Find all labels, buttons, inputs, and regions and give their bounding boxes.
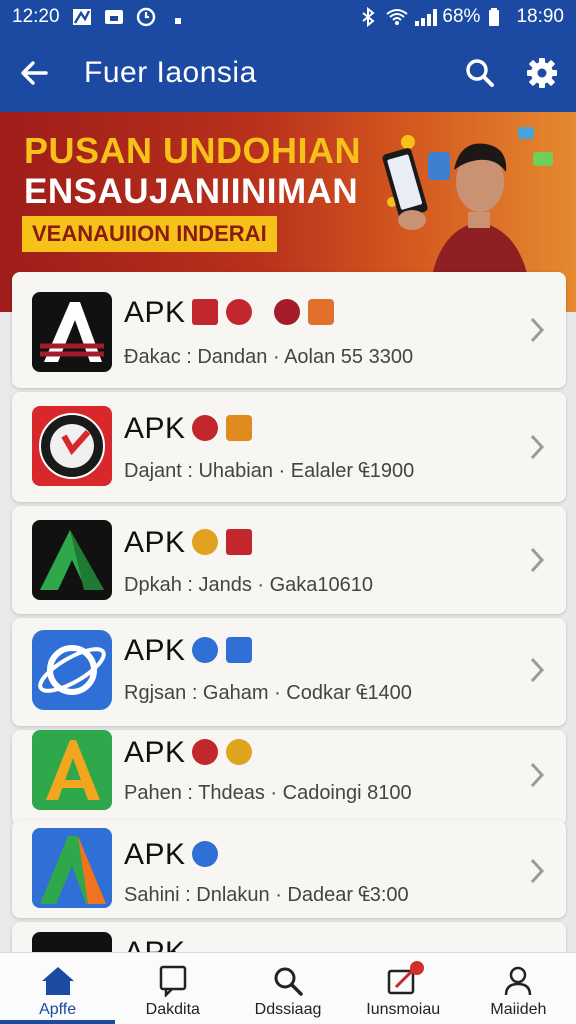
gallery-icon xyxy=(72,7,92,27)
star-badge-icon xyxy=(226,299,252,325)
cd-badge-icon xyxy=(192,415,218,441)
bottom-nav: Apffe Dakdita Ddssiaag Iunsmoiau Maiideh xyxy=(0,952,576,1024)
nav-item-edit[interactable]: Iunsmoiau xyxy=(346,953,461,1024)
chevron-right-icon xyxy=(530,547,545,573)
status-time: 12:20 xyxy=(12,6,60,27)
clock-icon xyxy=(136,7,156,27)
app-name: APK xyxy=(124,634,186,667)
search-icon xyxy=(466,59,494,87)
nav-label: Dakdita xyxy=(145,1001,200,1018)
search-icon xyxy=(274,967,303,996)
box-badge-icon xyxy=(308,299,334,325)
person-icon xyxy=(505,966,532,996)
app-icon-apk-a-black xyxy=(32,292,112,372)
nav-label: Ddssiaag xyxy=(254,1001,322,1018)
status-clock: 18:90 xyxy=(516,6,564,27)
cast-icon xyxy=(104,7,124,27)
nav-label: Maiideh xyxy=(490,1001,547,1018)
mail-badge-icon xyxy=(192,637,218,663)
nav-item-profile[interactable]: Maiideh xyxy=(461,953,576,1024)
chevron-right-icon xyxy=(530,657,545,683)
app-name: APK xyxy=(124,736,186,769)
chevron-right-icon xyxy=(530,434,545,460)
wifi-icon xyxy=(386,7,409,27)
settings-button[interactable] xyxy=(520,51,564,95)
app-icon-apk-blue-a xyxy=(32,828,112,908)
back-arrow-icon xyxy=(21,61,48,85)
app-meta: Dpkah : Jands · Gaka10610 xyxy=(124,574,374,596)
nav-item-search[interactable]: Ddssiaag xyxy=(230,953,345,1024)
nav-label: Apffe xyxy=(39,1001,77,1018)
nav-label: Iunsmoiau xyxy=(366,1001,441,1018)
app-card-5[interactable]: APK Pahen : Thdeas · Cadoingi 8100 xyxy=(12,730,566,826)
app-icon-apk-red-badge xyxy=(32,406,112,486)
app-card-6[interactable]: APK Sahini : Dnlakun · Dadear ₠3:00 xyxy=(12,820,566,918)
app-icon-apk-green-triangle xyxy=(32,520,112,600)
star-badge-icon xyxy=(226,739,252,765)
nav-item-chat[interactable]: Dakdita xyxy=(115,953,230,1024)
app-meta: Rgjsan : Gaham · Codkar ₠1400 xyxy=(124,682,412,704)
battery-level: 68% xyxy=(442,6,481,27)
warning-badge-icon xyxy=(192,299,218,325)
banner-headline: PUSAN UNDOHIAN xyxy=(24,130,362,171)
status-bar: 12:20 68% 18:90 xyxy=(0,0,576,34)
app-bar: Fuer Iaonsia xyxy=(0,34,576,112)
banner-tagline: VEANAUIION INDERAI xyxy=(22,216,277,252)
notification-dot xyxy=(409,961,424,975)
app-icon-apk-green-a xyxy=(32,730,112,810)
close-badge-icon xyxy=(274,299,300,325)
app-meta: Ðakac : Dandan · Aolan 55 3300 xyxy=(124,346,414,368)
star-badge-icon xyxy=(192,529,218,555)
bluetooth-icon xyxy=(358,6,378,28)
home-icon xyxy=(41,967,74,995)
app-card-4[interactable]: APK Rgjsan : Gaham · Codkar ₠1400 xyxy=(12,618,566,726)
app-card-2[interactable]: APK Dajant : Uhabian · Ealaler ₠1900 xyxy=(12,392,566,502)
app-name: APK xyxy=(124,838,186,871)
doc-badge-icon xyxy=(226,637,252,663)
battery-icon xyxy=(488,7,508,27)
chevron-right-icon xyxy=(530,317,545,343)
app-meta: Dajant : Uhabian · Ealaler ₠1900 xyxy=(124,460,415,482)
chrome-badge-icon xyxy=(192,841,218,867)
banner-subheadline: ENSAUJANIINIMAN xyxy=(24,172,359,211)
chevron-right-icon xyxy=(530,762,545,788)
app-meta: Pahen : Thdeas · Cadoingi 8100 xyxy=(124,782,412,804)
signal-icon xyxy=(414,7,438,27)
app-name: APK xyxy=(124,296,186,329)
close-badge-icon xyxy=(226,529,252,555)
gear-icon xyxy=(527,58,557,88)
page-title: Fuer Iaonsia xyxy=(84,56,257,89)
cd-badge-icon xyxy=(192,739,218,765)
app-name: APK xyxy=(124,526,186,559)
app-name: APK xyxy=(124,412,186,445)
dot-icon xyxy=(168,7,188,27)
chat-icon xyxy=(159,965,187,997)
chevron-right-icon xyxy=(530,858,545,884)
nav-item-home[interactable]: Apffe xyxy=(0,953,116,1024)
app-card-3[interactable]: APK Dpkah : Jands · Gaka10610 xyxy=(12,506,566,614)
app-card-1[interactable]: APK Ðakac : Dandan · Aolan 55 3300 xyxy=(12,272,566,388)
flag-badge-icon xyxy=(226,415,252,441)
app-icon-apk-blue-ie xyxy=(32,630,112,710)
search-button[interactable] xyxy=(458,51,502,95)
app-meta: Sahini : Dnlakun · Dadear ₠3:00 xyxy=(124,884,409,906)
back-button[interactable] xyxy=(2,34,66,112)
